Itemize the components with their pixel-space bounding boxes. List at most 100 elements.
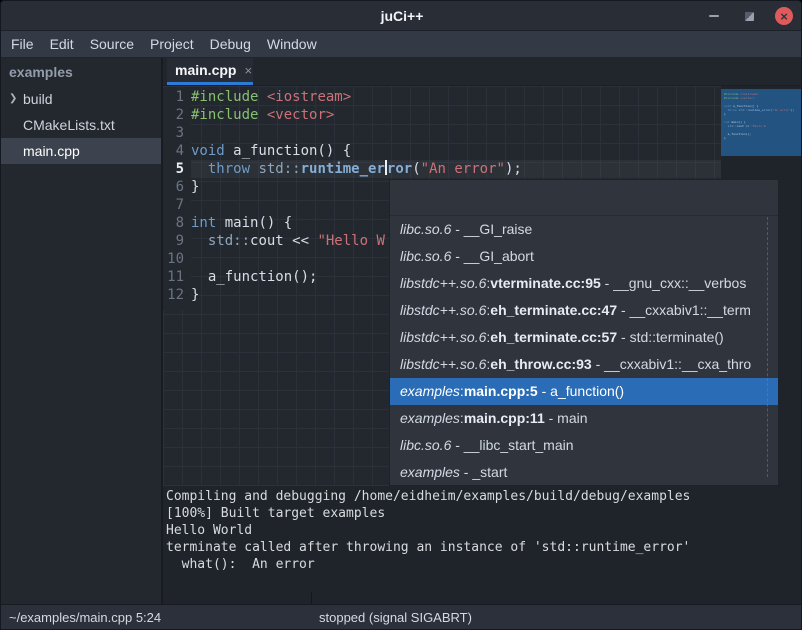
terminal-output[interactable]: Compiling and debugging /home/eidheim/ex… [163,486,802,604]
line-number: 2 [163,106,191,124]
chevron-right-icon[interactable]: ❯ [9,86,17,112]
stack-frame-text: eh_terminate.cc:57 [490,329,617,345]
menu-source[interactable]: Source [90,36,134,52]
code-token: a_function(); [191,269,317,285]
stack-frame-row[interactable]: libc.so.6 - __GI_raise [390,216,778,243]
code-token: } [191,287,199,303]
stack-frame-text: main.cpp:5 [464,383,538,399]
window-title: juCi++ [381,8,424,24]
code-token: throw [208,161,250,177]
stack-frame-row[interactable]: libstdc++.so.6:vterminate.cc:95 - __gnu_… [390,270,778,297]
code-token: void [191,143,225,159]
stack-frame-row[interactable]: libstdc++.so.6:eh_terminate.cc:57 - std:… [390,324,778,351]
sidebar-item-label: build [23,91,53,107]
terminal-line: Compiling and debugging /home/eidheim/ex… [166,488,802,505]
popup-header [390,180,778,216]
menu-debug[interactable]: Debug [210,36,251,52]
code-line-2: #include <vector> [191,106,721,124]
stack-frame-text: libc.so.6 [400,221,451,237]
stack-frame-text: eh_terminate.cc:47 [490,302,617,318]
code-token: <vector> [267,107,334,123]
code-token [258,107,266,123]
line-number: 8 [163,214,191,232]
restore-button[interactable] [740,7,758,25]
terminal-line: what(): An error [166,556,802,573]
menu-project[interactable]: Project [150,36,194,52]
stack-frame-text: libstdc++.so.6 [400,302,486,318]
line-number: 5 [163,160,191,178]
code-token: int [191,215,216,231]
code-token: main() { [216,215,292,231]
status-divider [311,592,312,604]
minimap-viewport[interactable]: #include <iostream>#include <vector>void… [721,89,801,156]
code-line-1: #include <iostream> [191,88,721,106]
code-line-5: throw std::runtime_error("An error"); [191,160,721,178]
app-window: juCi++ × File Edit Source Project Debug Windo… [0,0,802,630]
stack-frame-row[interactable]: libc.so.6 - __GI_abort [390,243,778,270]
stack-frame-text: - __gnu_cxx::__verbos [601,275,747,291]
stack-frame-text: main.cpp:11 [464,410,545,426]
file-tree-sidebar: examples ❯ build CMakeLists.txt main.cpp [1,58,161,604]
stack-frame-row[interactable]: examples:main.cpp:11 - main [390,405,778,432]
code-token: std:: [208,233,250,249]
tab-main-cpp[interactable]: main.cpp × [167,58,253,85]
popup-dashed-border [767,217,768,477]
stack-frame-text: - main [545,410,588,426]
titlebar[interactable]: juCi++ × [1,1,802,31]
stack-frame-text: - _start [460,464,507,480]
stack-frame-row[interactable]: libc.so.6 - __libc_start_main [390,432,778,459]
stack-frame-text: examples [400,410,460,426]
terminal-line: [100%] Built target examples [166,505,802,522]
stack-frame-text: - __GI_abort [451,248,534,264]
stack-frame-text: libc.so.6 [400,437,451,453]
code-token: <iostream> [267,89,351,105]
menubar: File Edit Source Project Debug Window [1,31,802,58]
menu-window[interactable]: Window [267,36,317,52]
code-token: a_function() { [225,143,351,159]
line-number: 1 [163,88,191,106]
debug-status: stopped (signal SIGABRT) [319,605,472,630]
line-number: 10 [163,250,191,268]
code-token: cout << [250,233,317,249]
code-token [191,233,208,249]
terminal-line: terminate called after throwing an insta… [166,539,802,556]
code-token: "Hello W [317,233,384,249]
terminal-line: Hello World [166,522,802,539]
file-location: ~/examples/main.cpp 5:24 [9,605,161,630]
stack-frame-text: eh_throw.cc:93 [490,356,591,372]
sidebar-item-cmakelists-txt[interactable]: CMakeLists.txt [1,112,161,138]
stack-frame-row[interactable]: examples - _start [390,459,778,486]
code-token: #include [191,107,258,123]
code-token: std:: [258,161,300,177]
stack-frame-row-selected[interactable]: examples:main.cpp:5 - a_function() [390,378,778,405]
sidebar-item-label: CMakeLists.txt [23,117,115,133]
stack-frame-text: libc.so.6 [400,248,451,264]
file-tree: ❯ build CMakeLists.txt main.cpp [1,86,161,164]
code-token: ); [505,161,522,177]
code-token: runtime_er [301,161,385,177]
line-number: 12 [163,286,191,304]
project-name: examples [1,58,161,86]
tab-close-icon[interactable]: × [244,64,252,77]
menu-edit[interactable]: Edit [50,36,74,52]
line-number: 9 [163,232,191,250]
code-token: ( [412,161,420,177]
code-line-4: void a_function() { [191,142,721,160]
stack-frame-row[interactable]: libstdc++.so.6:eh_terminate.cc:47 - __cx… [390,297,778,324]
stack-frame-text: - a_function() [538,383,624,399]
menu-file[interactable]: File [11,36,34,52]
sidebar-item-label: main.cpp [23,143,80,159]
sidebar-item-main-cpp[interactable]: main.cpp [1,138,161,164]
code-token: "An error" [421,161,505,177]
stack-frame-text: vterminate.cc:95 [490,275,601,291]
stack-frame-text: examples [400,464,460,480]
line-number: 6 [163,178,191,196]
stack-frame-row[interactable]: libstdc++.so.6:eh_throw.cc:93 - __cxxabi… [390,351,778,378]
minimize-button[interactable] [705,7,723,25]
code-token: #include [191,89,258,105]
stack-frame-list: libc.so.6 - __GI_raiselibc.so.6 - __GI_a… [390,216,778,486]
sidebar-item-build[interactable]: ❯ build [1,86,161,112]
restore-icon [745,12,754,21]
stack-frame-text: - __GI_raise [451,221,532,237]
close-button[interactable]: × [775,7,793,25]
